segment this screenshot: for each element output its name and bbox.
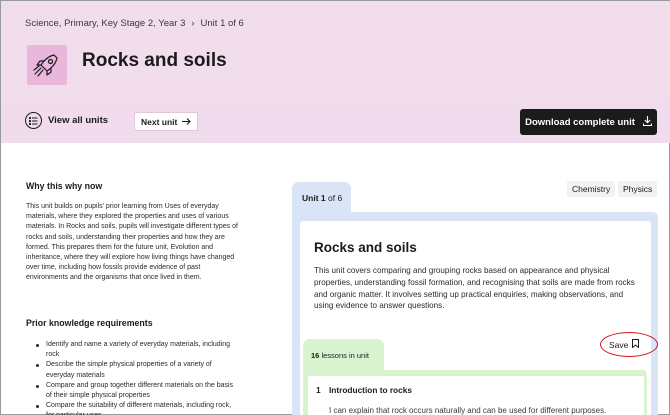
- view-all-units-label: View all units: [48, 115, 109, 126]
- breadcrumb-separator: ›: [191, 18, 195, 29]
- lessons-count-label: lessons in unit: [321, 351, 369, 360]
- list-item: Identify and name a variety of everyday …: [35, 340, 235, 360]
- download-complete-unit-button[interactable]: Download complete unit: [520, 109, 657, 135]
- next-unit-button[interactable]: Next unit: [134, 112, 199, 131]
- why-body: This unit builds on pupils' prior learni…: [26, 203, 238, 282]
- lessons-count: 16: [311, 351, 320, 360]
- list-item: Compare the suitability of different mat…: [35, 401, 235, 415]
- unit-card-description: This unit covers comparing and grouping …: [314, 266, 635, 311]
- list-icon: [25, 112, 42, 129]
- breadcrumb: Science, Primary, Key Stage 2, Year 3 › …: [25, 18, 244, 29]
- lesson-title[interactable]: Introduction to rocks: [329, 385, 412, 395]
- unit-word: Unit: [302, 193, 319, 203]
- next-unit-label: Next unit: [141, 116, 178, 127]
- download-icon: [642, 115, 652, 129]
- rocket-icon: [27, 45, 67, 85]
- subject-tag-chemistry: Chemistry: [567, 181, 616, 197]
- lesson-number: 1: [316, 385, 321, 395]
- breadcrumb-current: Unit 1 of 6: [200, 18, 244, 29]
- save-label: Save: [609, 339, 629, 350]
- arrow-right-icon: [182, 117, 192, 127]
- save-unit-button[interactable]: Save: [609, 339, 640, 350]
- unit-card-title: Rocks and soils: [314, 240, 417, 255]
- why-this-why-now-section: Why this why now: [26, 181, 236, 191]
- unit-number-tab: Unit 1 of 6: [292, 182, 351, 215]
- breadcrumb-path[interactable]: Science, Primary, Key Stage 2, Year 3: [25, 18, 185, 29]
- list-item: Describe the simple physical properties …: [35, 360, 235, 380]
- view-all-units-button[interactable]: View all units: [25, 112, 108, 129]
- why-heading: Why this why now: [26, 181, 103, 191]
- prior-knowledge-heading: Prior knowledge requirements: [26, 318, 153, 328]
- unit-number: 1: [320, 193, 326, 203]
- unit-toolbar: View all units Next unit Download comple…: [1, 101, 670, 143]
- list-item: Compare and group together different mat…: [35, 381, 235, 401]
- download-label: Download complete unit: [525, 116, 635, 128]
- lesson-description: I can explain that rock occurs naturally…: [329, 406, 607, 415]
- lessons-count-tab: 16 lessons in unit: [303, 339, 384, 373]
- subject-tag-physics: Physics: [618, 181, 658, 197]
- page-title: Rocks and soils: [82, 50, 227, 71]
- unit-of-total: of 6: [328, 193, 343, 203]
- prior-knowledge-list: Identify and name a variety of everyday …: [35, 340, 235, 415]
- bookmark-icon: [632, 339, 640, 350]
